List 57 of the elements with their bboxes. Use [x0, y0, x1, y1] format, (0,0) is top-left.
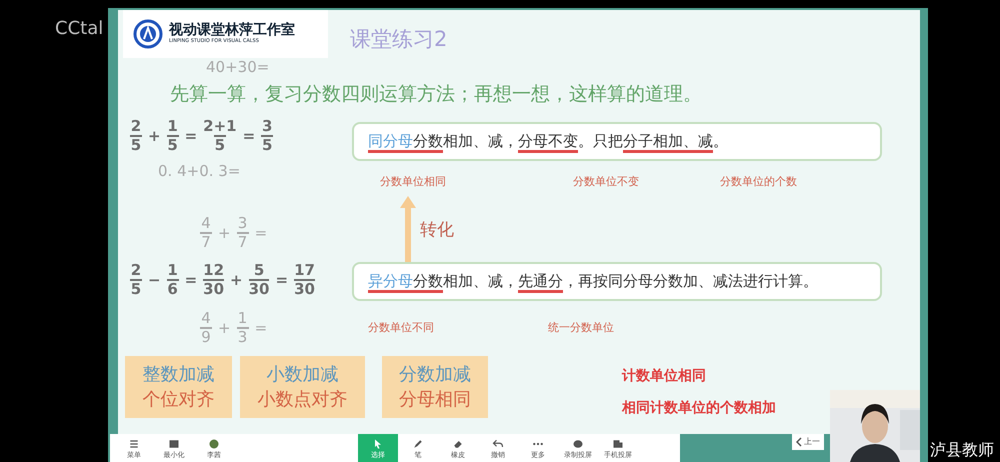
math-operator: = [184, 270, 198, 291]
fraction: 1 5 [166, 118, 179, 154]
up-arrow [400, 196, 416, 262]
fraction: 4 9 [200, 310, 212, 346]
annotation-text: 分数单位不同 [368, 320, 434, 336]
instruction-text: 先算一算，复习分数四则运算方法；再想一想，这样算的道理。 [170, 82, 702, 107]
cursor-icon [372, 438, 384, 450]
window-icon [168, 438, 180, 450]
fraction: 2 5 [130, 118, 142, 154]
exercise-text: = [254, 318, 268, 339]
fraction: 12 30 [203, 262, 224, 298]
studio-name: 视动课堂林萍工作室 [169, 22, 295, 38]
menu-icon [128, 438, 140, 450]
fraction: 3 7 [236, 215, 249, 252]
fraction: 17 30 [294, 262, 315, 298]
annotation-text: 分数单位的个数 [720, 174, 797, 190]
annotation-text: 分数单位不变 [573, 174, 639, 190]
exercise-text: = [254, 223, 268, 244]
undo-icon [492, 438, 504, 450]
avatar-icon [208, 438, 220, 450]
arrow-label: 转化 [420, 219, 454, 242]
exercise-text: 0. 4+0. 3= [158, 161, 240, 182]
fraction: 1 3 [236, 310, 249, 346]
annotation-text: 统一分数单位 [548, 320, 614, 336]
math-operator: = [184, 126, 198, 147]
emblem-icon [133, 19, 163, 49]
card-rule: 小数点对齐 [258, 388, 348, 412]
rule-text: 同分母分数相加、减，分母不变。只把分子相加、减。 [352, 122, 882, 160]
card-title: 分数加减 [399, 362, 471, 387]
slide-title: 课堂练习2 [350, 26, 448, 53]
fraction: 5 30 [248, 262, 270, 298]
card-rule: 个位对齐 [142, 388, 214, 412]
fraction: 1 6 [166, 262, 179, 298]
math-operator: + [230, 270, 243, 291]
exercise-text: + [218, 223, 231, 244]
teacher-label: 泸县教师 [930, 439, 994, 461]
rule-text: 异分母分数相加、减，先通分，再按同分母分数加、减法进行计算。 [352, 262, 882, 300]
card-title: 整数加减 [142, 362, 214, 387]
fraction: 2 5 [130, 262, 142, 298]
exercise-text: + [218, 318, 231, 339]
card-rule: 分母相同 [399, 388, 471, 412]
app-logo: CCtal [55, 17, 104, 41]
chevron-left-icon [796, 437, 802, 447]
math-operator: = [275, 270, 288, 291]
fraction: 2+1 5 [203, 118, 237, 154]
math-operator: − [148, 270, 161, 291]
fraction: 4 7 [200, 215, 212, 252]
card-title: 小数加减 [266, 362, 338, 387]
math-operator: + [148, 126, 161, 147]
exercise-text: 40+30= [206, 57, 270, 78]
summary-text: 计数单位相同 [622, 367, 706, 386]
math-operator: = [242, 126, 256, 147]
summary-text: 相同计数单位的个数相加 [622, 399, 776, 418]
pen-icon [412, 438, 424, 450]
fraction: 3 5 [261, 118, 274, 154]
annotation-text: 分数单位相同 [380, 174, 446, 190]
previous-button[interactable]: 上一 [792, 434, 824, 450]
